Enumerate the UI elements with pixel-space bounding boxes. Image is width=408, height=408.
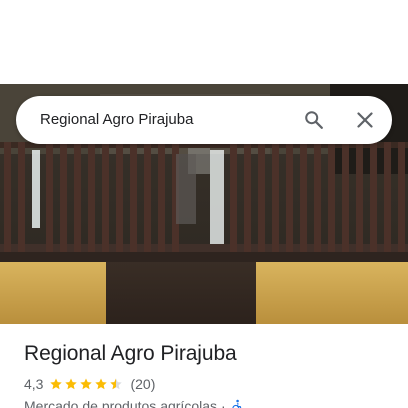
- clear-search-button[interactable]: [347, 102, 383, 138]
- separator: ·: [221, 398, 226, 408]
- star-half-icon: [110, 378, 123, 390]
- star-full-icon: [95, 378, 108, 390]
- star-full-icon: [65, 378, 78, 390]
- search-box[interactable]: Regional Agro Pirajuba: [16, 96, 392, 144]
- rating-stars: [49, 377, 124, 391]
- wheelchair-icon: [230, 399, 244, 408]
- rating-value: 4,3: [24, 376, 44, 392]
- maps-screen: Regional Agro Pirajuba Regional Agro Pir…: [0, 0, 408, 408]
- search-input[interactable]: Regional Agro Pirajuba: [40, 96, 193, 144]
- star-full-icon: [80, 378, 93, 390]
- rating-row[interactable]: 4,3 (20): [24, 375, 155, 393]
- reviews-count[interactable]: (20): [130, 376, 155, 392]
- place-name: Regional Agro Pirajuba: [24, 342, 237, 365]
- place-category: Mercado de produtos agrícolas: [24, 398, 217, 408]
- star-full-icon: [50, 378, 63, 390]
- category-row: Mercado de produtos agrícolas ·: [24, 397, 244, 408]
- close-icon: [357, 112, 373, 128]
- search-button[interactable]: [296, 102, 332, 138]
- search-icon: [305, 111, 323, 129]
